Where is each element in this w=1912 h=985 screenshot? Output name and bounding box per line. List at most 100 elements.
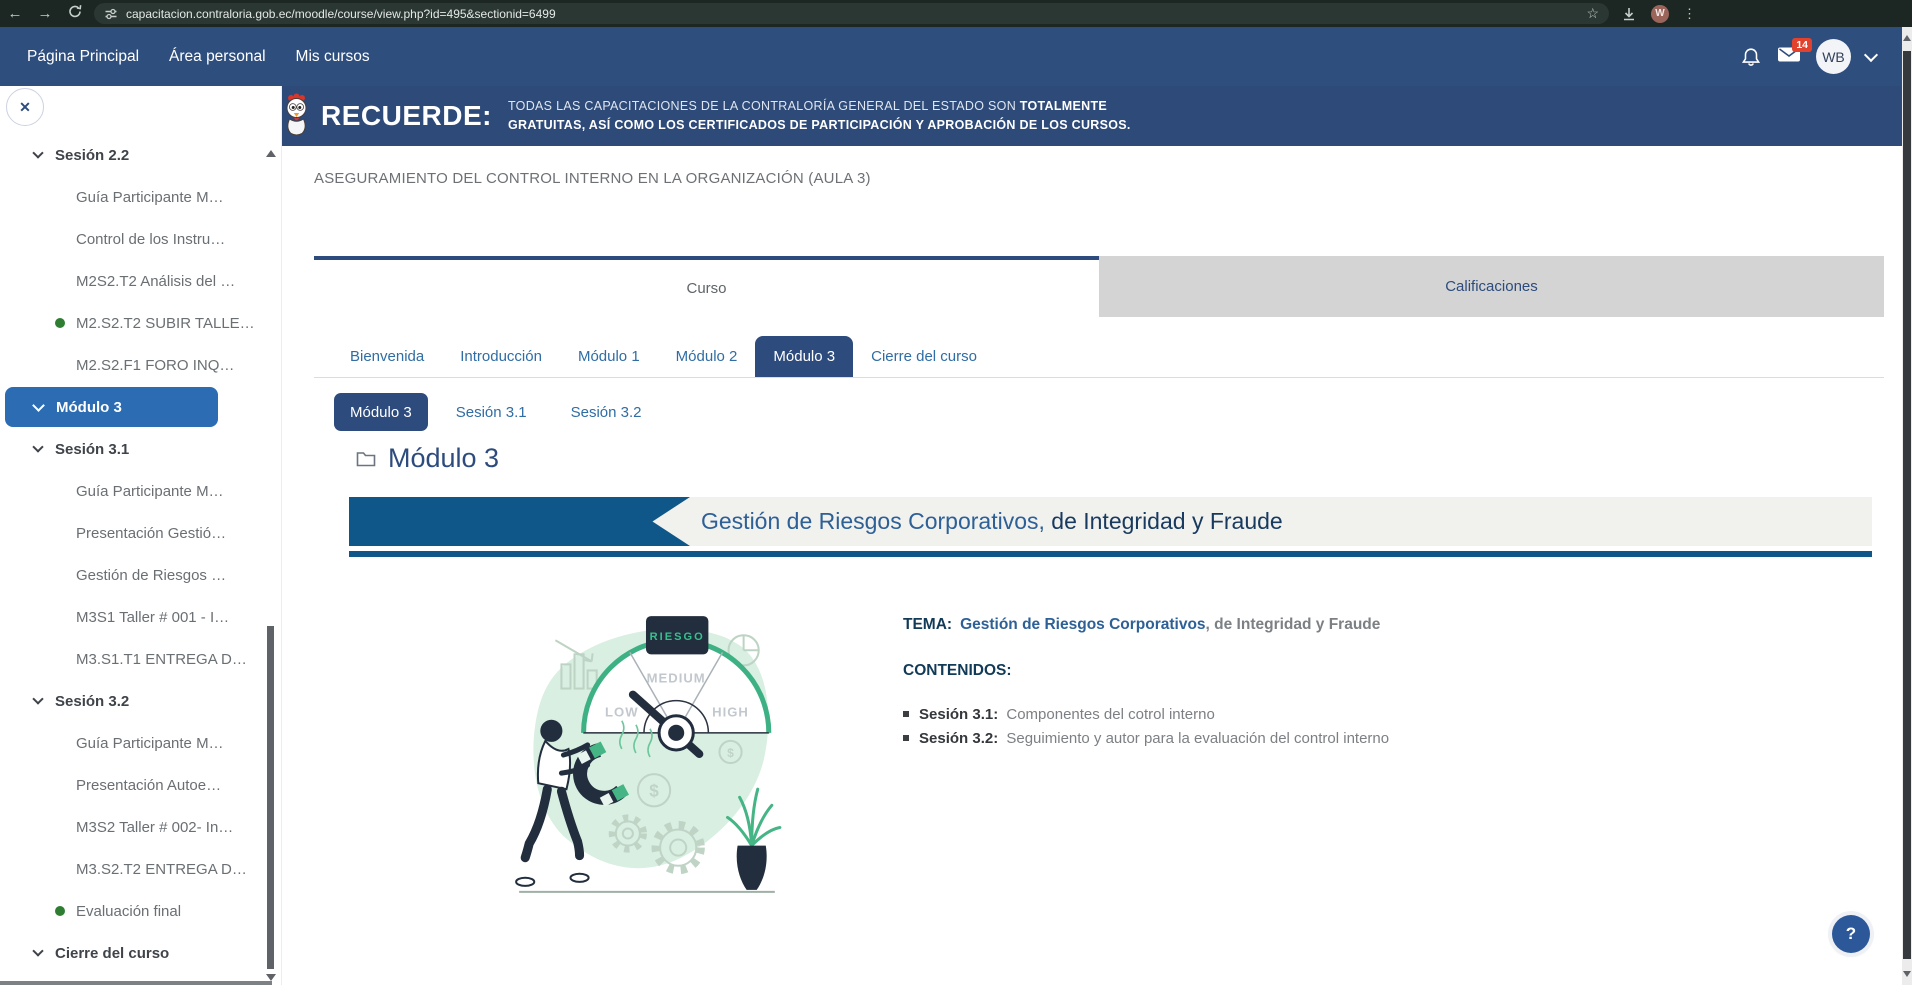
- contenido-item: Sesión 3.2: Seguimiento y autor para la …: [903, 726, 1389, 750]
- completion-dot-icon: [55, 318, 65, 328]
- recuerde-text: TODAS LAS CAPACITACIONES DE LA CONTRALOR…: [508, 97, 1131, 135]
- svg-text:$: $: [727, 746, 734, 760]
- section-heading-text: Módulo 3: [388, 443, 499, 474]
- page-scrollbar[interactable]: [1902, 27, 1912, 985]
- chevron-down-icon: [32, 945, 43, 956]
- page-scrollbar-thumb[interactable]: [1903, 51, 1911, 959]
- bookmark-star-icon[interactable]: ☆: [1586, 5, 1599, 22]
- site-info-icon[interactable]: [104, 7, 118, 21]
- contenidos-label: CONTENIDOS:: [903, 662, 1012, 680]
- subtab-sesion-3-2[interactable]: Sesión 3.2: [555, 393, 658, 431]
- tema-rest: , de Integridad y Fraude: [1206, 616, 1381, 633]
- sidebar-item-m3s2-t2-entrega[interactable]: M3.S2.T2 ENTREGA D…: [0, 848, 269, 890]
- sidebar-item-guia-participante-m3s1[interactable]: Guía Participante M…: [0, 470, 269, 512]
- bullet-icon: [903, 735, 909, 741]
- sidebar-item-gestion-de-riesgos[interactable]: Gestión de Riesgos …: [0, 554, 269, 596]
- sidebar-item-m3s1-taller-001[interactable]: M3S1 Taller # 001 - I…: [0, 596, 269, 638]
- scroll-up-arrow[interactable]: [1903, 35, 1911, 41]
- site-navbar: Página Principal Área personal Mis curso…: [0, 27, 1902, 86]
- recuerde-label: RECUERDE:: [321, 100, 492, 132]
- sidebar-item-guia-participante-m2[interactable]: Guía Participante M…: [0, 176, 269, 218]
- sidebar-item-m2s2-t2-analisis[interactable]: M2S2.T2 Análisis del …: [0, 260, 269, 302]
- recuerde-line2: GRATUITAS, ASÍ COMO LOS CERTIFICADOS DE …: [508, 118, 1131, 132]
- sidebar-scroll-up-arrow[interactable]: [266, 150, 276, 157]
- sidebar-item-presentacion-autoe[interactable]: Presentación Autoe…: [0, 764, 269, 806]
- recuerde-line1-bold: TOTALMENTE: [1020, 99, 1107, 113]
- sidebar-item-m2s2-t2-subir-taller[interactable]: M2.S2.T2 SUBIR TALLE…: [0, 302, 269, 344]
- course-index-list: Sesión 2.2 Guía Participante M… Control …: [0, 134, 269, 974]
- user-avatar[interactable]: WB: [1816, 39, 1851, 74]
- sidebar-section-sesion-3-1[interactable]: Sesión 3.1: [0, 428, 269, 470]
- recuerde-banner: RECUERDE: TODAS LAS CAPACITACIONES DE LA…: [281, 86, 1902, 146]
- risk-gauge-illustration: LOW MEDIUM HIGH RIESGO $ $: [505, 604, 792, 908]
- course-title: ASEGURAMIENTO DEL CONTROL INTERNO EN LA …: [314, 170, 871, 187]
- sidebar-scroll-down-arrow[interactable]: [266, 974, 276, 981]
- ribbon-shape: [349, 497, 690, 546]
- nav-pagina-principal[interactable]: Página Principal: [25, 44, 141, 70]
- main-content: ASEGURAMIENTO DEL CONTROL INTERNO EN LA …: [282, 146, 1902, 985]
- folder-icon: [356, 450, 376, 467]
- gauge-label-low: LOW: [605, 705, 639, 720]
- address-bar[interactable]: capacitacion.contraloria.gob.ec/moodle/c…: [94, 3, 1609, 24]
- module-title: Gestión de Riesgos Corporativos, de Inte…: [701, 497, 1283, 546]
- browser-actions: W ⋮: [1615, 5, 1706, 23]
- site-nav-links: Página Principal Área personal Mis curso…: [0, 44, 372, 70]
- screen: ← → capacitacion.contraloria.gob.ec/mood…: [0, 0, 1912, 985]
- sidebar-scrollbar-thumb[interactable]: [267, 626, 274, 969]
- tab-modulo-3-active[interactable]: Módulo 3: [755, 336, 853, 377]
- sidebar-section-sesion-2-2[interactable]: Sesión 2.2: [0, 134, 269, 176]
- chevron-down-icon: [32, 441, 43, 452]
- sidebar-item-evaluacion-final[interactable]: Evaluación final: [0, 890, 269, 932]
- browser-profile-avatar[interactable]: W: [1651, 5, 1669, 23]
- tab-modulo-1[interactable]: Módulo 1: [560, 336, 658, 377]
- nav-area-personal[interactable]: Área personal: [167, 44, 268, 70]
- completion-dot-icon: [55, 906, 65, 916]
- section-heading: Módulo 3: [356, 443, 499, 474]
- sidebar-item-guia-participante-m3s2[interactable]: Guía Participante M…: [0, 722, 269, 764]
- tab-cierre-del-curso[interactable]: Cierre del curso: [853, 336, 995, 377]
- notifications-bell-icon[interactable]: [1740, 46, 1762, 68]
- chevron-down-icon: [32, 147, 43, 158]
- course-section-tabs: Bienvenida Introducción Módulo 1 Módulo …: [314, 336, 1884, 378]
- tema-label: TEMA:: [903, 616, 952, 633]
- sidebar-section-cierre-del-curso[interactable]: Cierre del curso: [0, 932, 269, 974]
- tema-line: TEMA: Gestión de Riesgos Corporativos, de…: [903, 616, 1380, 634]
- help-button[interactable]: ?: [1832, 915, 1870, 953]
- subtab-sesion-3-1[interactable]: Sesión 3.1: [440, 393, 543, 431]
- sidebar-item-m3s2-taller-002[interactable]: M3S2 Taller # 002- In…: [0, 806, 269, 848]
- user-menu-chevron-icon[interactable]: [1864, 47, 1878, 61]
- mascot-icon: [281, 93, 311, 139]
- messages-button[interactable]: 14: [1777, 46, 1801, 68]
- browser-forward-button[interactable]: →: [30, 0, 60, 27]
- close-sidebar-button[interactable]: ✕: [6, 88, 44, 126]
- sidebar-section-modulo-3-active[interactable]: Módulo 3: [5, 387, 218, 427]
- sidebar-item-m3s1-t1-entrega[interactable]: M3.S1.T1 ENTREGA D…: [0, 638, 269, 680]
- tab-bienvenida[interactable]: Bienvenida: [332, 336, 442, 377]
- gauge-label-riesgo: RIESGO: [650, 631, 705, 643]
- recuerde-line1: TODAS LAS CAPACITACIONES DE LA CONTRALOR…: [508, 99, 1020, 113]
- browser-reload-button[interactable]: [60, 0, 90, 27]
- svg-text:$: $: [649, 781, 659, 800]
- tab-modulo-2[interactable]: Módulo 2: [658, 336, 756, 377]
- subtab-modulo-3-active[interactable]: Módulo 3: [334, 393, 428, 431]
- module-subtabs: Módulo 3 Sesión 3.1 Sesión 3.2: [334, 393, 658, 431]
- gauge-label-medium: MEDIUM: [647, 671, 706, 686]
- sidebar-horizontal-scrollbar[interactable]: [0, 981, 272, 985]
- sidebar-item-control-instrumentos[interactable]: Control de los Instru…: [0, 218, 269, 260]
- nav-mis-cursos[interactable]: Mis cursos: [294, 44, 372, 70]
- module-title-banner: Gestión de Riesgos Corporativos, de Inte…: [349, 497, 1872, 546]
- browser-back-button[interactable]: ←: [0, 0, 30, 27]
- scroll-down-arrow[interactable]: [1903, 971, 1911, 977]
- sidebar-item-m2s2-f1-foro[interactable]: M2.S2.F1 FORO INQ…: [0, 344, 269, 386]
- tema-highlight: Gestión de Riesgos Corporativos: [960, 616, 1205, 633]
- tab-curso[interactable]: Curso: [314, 256, 1099, 317]
- bullet-icon: [903, 711, 909, 717]
- download-icon[interactable]: [1621, 6, 1637, 22]
- browser-toolbar: ← → capacitacion.contraloria.gob.ec/mood…: [0, 0, 1912, 27]
- tab-introduccion[interactable]: Introducción: [442, 336, 560, 377]
- url-text: capacitacion.contraloria.gob.ec/moodle/c…: [126, 7, 556, 21]
- sidebar-section-sesion-3-2[interactable]: Sesión 3.2: [0, 680, 269, 722]
- browser-menu-icon[interactable]: ⋮: [1683, 6, 1696, 22]
- sidebar-item-presentacion-gestion[interactable]: Presentación Gestió…: [0, 512, 269, 554]
- tab-calificaciones[interactable]: Calificaciones: [1099, 256, 1884, 317]
